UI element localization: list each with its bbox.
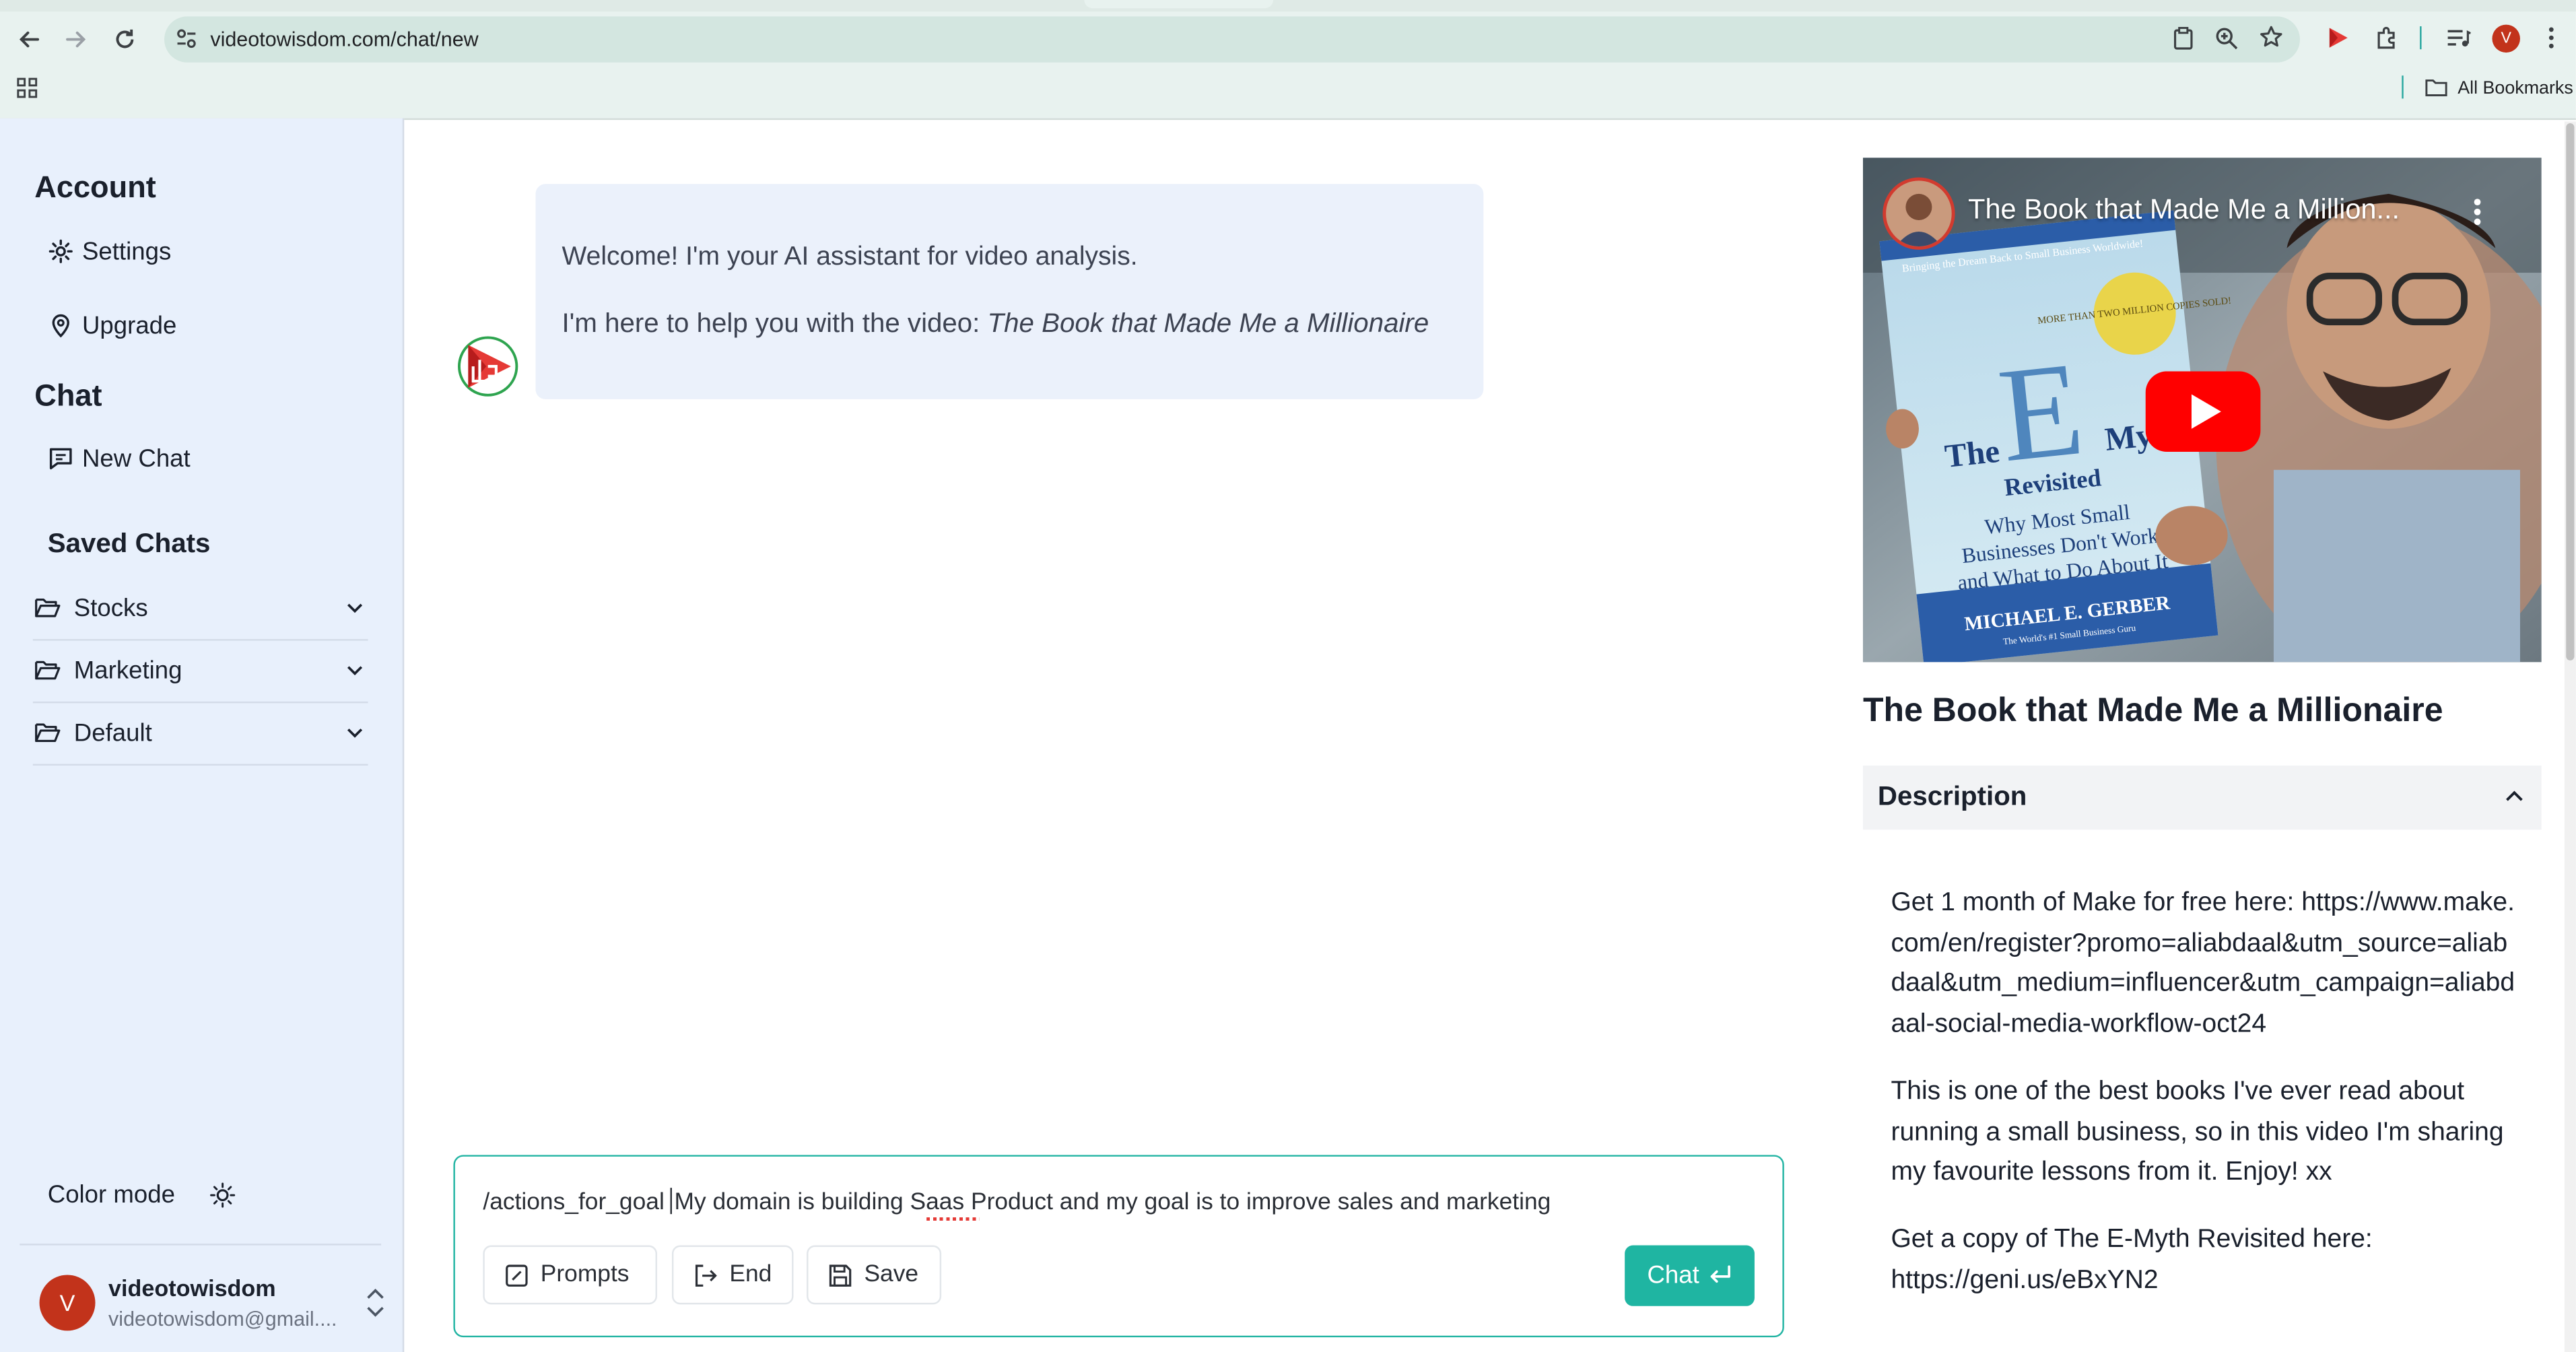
folder-open-icon: [34, 721, 61, 744]
description-heading: Description: [1877, 782, 2027, 812]
sign-out-icon: [693, 1262, 718, 1287]
settings-label: Settings: [82, 237, 172, 266]
chevron-down-icon[interactable]: [345, 598, 364, 617]
zoom-icon[interactable]: [2214, 26, 2239, 51]
folder-open-icon: [34, 597, 61, 619]
chat-send-button[interactable]: Chat: [1625, 1245, 1755, 1306]
chevron-down-icon[interactable]: [345, 723, 364, 743]
active-tab[interactable]: [1084, 0, 1273, 9]
chevron-down-icon[interactable]: [345, 661, 364, 680]
description-body: Get 1 month of Make for free here: https…: [1891, 884, 2515, 1328]
more-vertical-icon[interactable]: [2472, 197, 2482, 227]
star-icon[interactable]: [2259, 25, 2284, 50]
save-button[interactable]: Save: [807, 1245, 942, 1305]
folder-default[interactable]: Default: [32, 703, 368, 766]
upgrade-label: Upgrade: [82, 311, 177, 339]
folder-label: Stocks: [73, 595, 148, 623]
profile-avatar[interactable]: V: [2492, 24, 2520, 53]
video-title: The Book that Made Me a Millionaire: [1862, 691, 2443, 730]
chat-send-label: Chat: [1647, 1261, 1699, 1290]
forward-icon[interactable]: [63, 26, 89, 53]
folder-label: Default: [73, 719, 152, 748]
settings-link[interactable]: Settings: [48, 236, 376, 266]
chat-heading: Chat: [34, 378, 102, 413]
assistant-logo-icon: [456, 335, 519, 398]
prompts-label: Prompts: [540, 1261, 630, 1288]
enter-key-icon: [1709, 1265, 1732, 1287]
gear-icon: [48, 238, 74, 265]
folder-stocks[interactable]: Stocks: [32, 578, 368, 641]
tab-strip: [0, 0, 2576, 12]
browser-menu-icon[interactable]: [2546, 25, 2556, 51]
bookmarks-divider: [2402, 75, 2404, 99]
folder-marketing[interactable]: Marketing: [32, 641, 368, 704]
end-button[interactable]: End: [671, 1245, 794, 1305]
site-info-icon[interactable]: [174, 26, 199, 51]
user-email: videotowisdom@gmail....: [108, 1308, 337, 1331]
channel-avatar[interactable]: [1883, 177, 1955, 250]
new-chat-link[interactable]: New Chat: [48, 444, 376, 473]
end-label: End: [729, 1261, 772, 1288]
videotowisdom-extension-icon[interactable]: [2325, 25, 2351, 51]
user-menu[interactable]: V videotowisdom videotowisdom@gmail....: [20, 1262, 394, 1344]
chat-input[interactable]: /actions_for_goal My domain is building S…: [483, 1188, 1551, 1216]
chat-bubble-icon: [48, 445, 74, 471]
book-title-the: The: [1943, 433, 2002, 475]
folder-icon: [2425, 77, 2447, 97]
player-title[interactable]: The Book that Made Me a Million...: [1968, 194, 2400, 227]
toolbar-divider: [2420, 26, 2422, 50]
location-pin-icon: [48, 312, 74, 339]
chevron-up-down-icon[interactable]: [365, 1287, 386, 1320]
video-context-text: I'm here to help you with the video: The…: [562, 309, 1429, 340]
upgrade-link[interactable]: Upgrade: [48, 310, 376, 340]
user-name: videotowisdom: [108, 1275, 276, 1302]
description-paragraph: Get 1 month of Make for free here: https…: [1891, 889, 2515, 1039]
back-icon[interactable]: [16, 26, 42, 53]
video-player[interactable]: Bringing the Dream Back to Small Busines…: [1862, 158, 2542, 663]
clipboard-icon[interactable]: [2172, 26, 2195, 51]
reload-icon[interactable]: [112, 26, 138, 53]
prompts-button[interactable]: Prompts: [483, 1245, 657, 1305]
description-paragraph: This is one of the best books I've ever …: [1891, 1077, 2504, 1187]
page-scrollbar-thumb[interactable]: [2566, 123, 2575, 661]
description-paragraph: Get a copy of The E-Myth Revisited here:…: [1891, 1225, 2373, 1294]
video-context-title: The Book that Made Me a Millionaire: [987, 308, 1429, 339]
new-chat-label: New Chat: [82, 444, 191, 473]
avatar: V: [39, 1275, 96, 1331]
text-cursor: [671, 1188, 673, 1215]
spellcheck-underline: [926, 1217, 980, 1221]
edit-square-icon: [504, 1262, 529, 1287]
welcome-text: Welcome! I'm your AI assistant for video…: [562, 243, 1138, 271]
command-text: /actions_for_goal: [483, 1189, 665, 1216]
floppy-disk-icon: [828, 1262, 853, 1287]
description-accordion-header[interactable]: Description: [1862, 766, 2542, 830]
folder-open-icon: [34, 658, 61, 681]
chevron-up-icon: [2504, 787, 2526, 807]
assistant-message: [535, 184, 1484, 399]
media-control-icon[interactable]: [2446, 26, 2471, 49]
video-context-prefix: I'm here to help you with the video:: [562, 308, 988, 339]
message-text: My domain is building Saas Product and m…: [674, 1189, 1551, 1216]
saved-chats-heading: Saved Chats: [47, 529, 211, 559]
play-button-icon[interactable]: [2145, 371, 2261, 452]
address-bar[interactable]: [164, 16, 2300, 63]
save-label: Save: [864, 1261, 919, 1288]
sun-icon[interactable]: [209, 1181, 236, 1209]
extensions-icon[interactable]: [2374, 25, 2400, 51]
folder-label: Marketing: [73, 657, 182, 685]
account-heading: Account: [34, 169, 156, 204]
sidebar-divider: [20, 1244, 382, 1246]
apps-grid-icon[interactable]: [16, 77, 38, 99]
url-text[interactable]: videotowisdom.com/chat/new: [210, 28, 478, 50]
all-bookmarks-link[interactable]: All Bookmarks: [2458, 79, 2573, 98]
color-mode-label: Color mode: [47, 1181, 175, 1209]
